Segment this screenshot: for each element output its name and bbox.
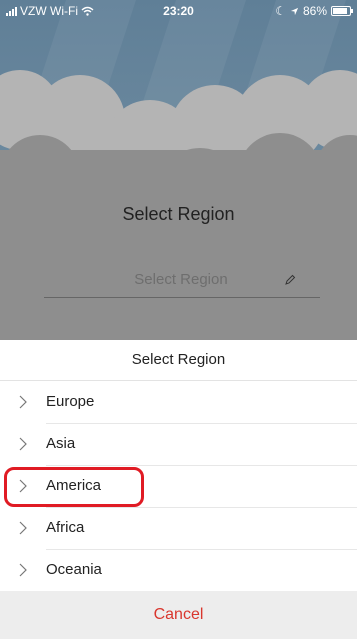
region-action-sheet: Select Region Europe Asia America Africa… [0,340,357,639]
region-option-label: Europe [46,381,357,424]
region-option-europe[interactable]: Europe [0,381,357,424]
cancel-button[interactable]: Cancel [0,591,357,639]
battery-icon [331,6,353,16]
background-fill [0,150,357,340]
chevron-right-icon [19,521,27,535]
region-option-africa[interactable]: Africa [0,507,357,550]
battery-percent: 86% [302,4,327,18]
region-field[interactable] [44,264,320,298]
status-bar: VZW Wi-Fi 23:20 ☾ 86% [0,0,357,20]
page-title: Select Region [122,204,235,224]
region-option-label: America [46,465,357,508]
region-option-asia[interactable]: Asia [0,423,357,466]
chevron-right-icon [19,395,27,409]
chevron-right-icon [19,437,27,451]
sheet-title: Select Region [0,340,357,381]
moon-icon: ☾ [275,4,286,18]
chevron-right-icon [19,479,27,493]
region-option-label: Africa [46,507,357,550]
region-input[interactable] [64,270,298,289]
region-option-label: Oceania [46,561,102,578]
location-arrow-icon [290,7,299,15]
chevron-right-icon [19,563,27,577]
region-option-label: Asia [46,423,357,466]
region-option-america[interactable]: America [0,465,357,508]
region-option-oceania[interactable]: Oceania [0,549,357,591]
pencil-icon[interactable] [284,274,296,286]
